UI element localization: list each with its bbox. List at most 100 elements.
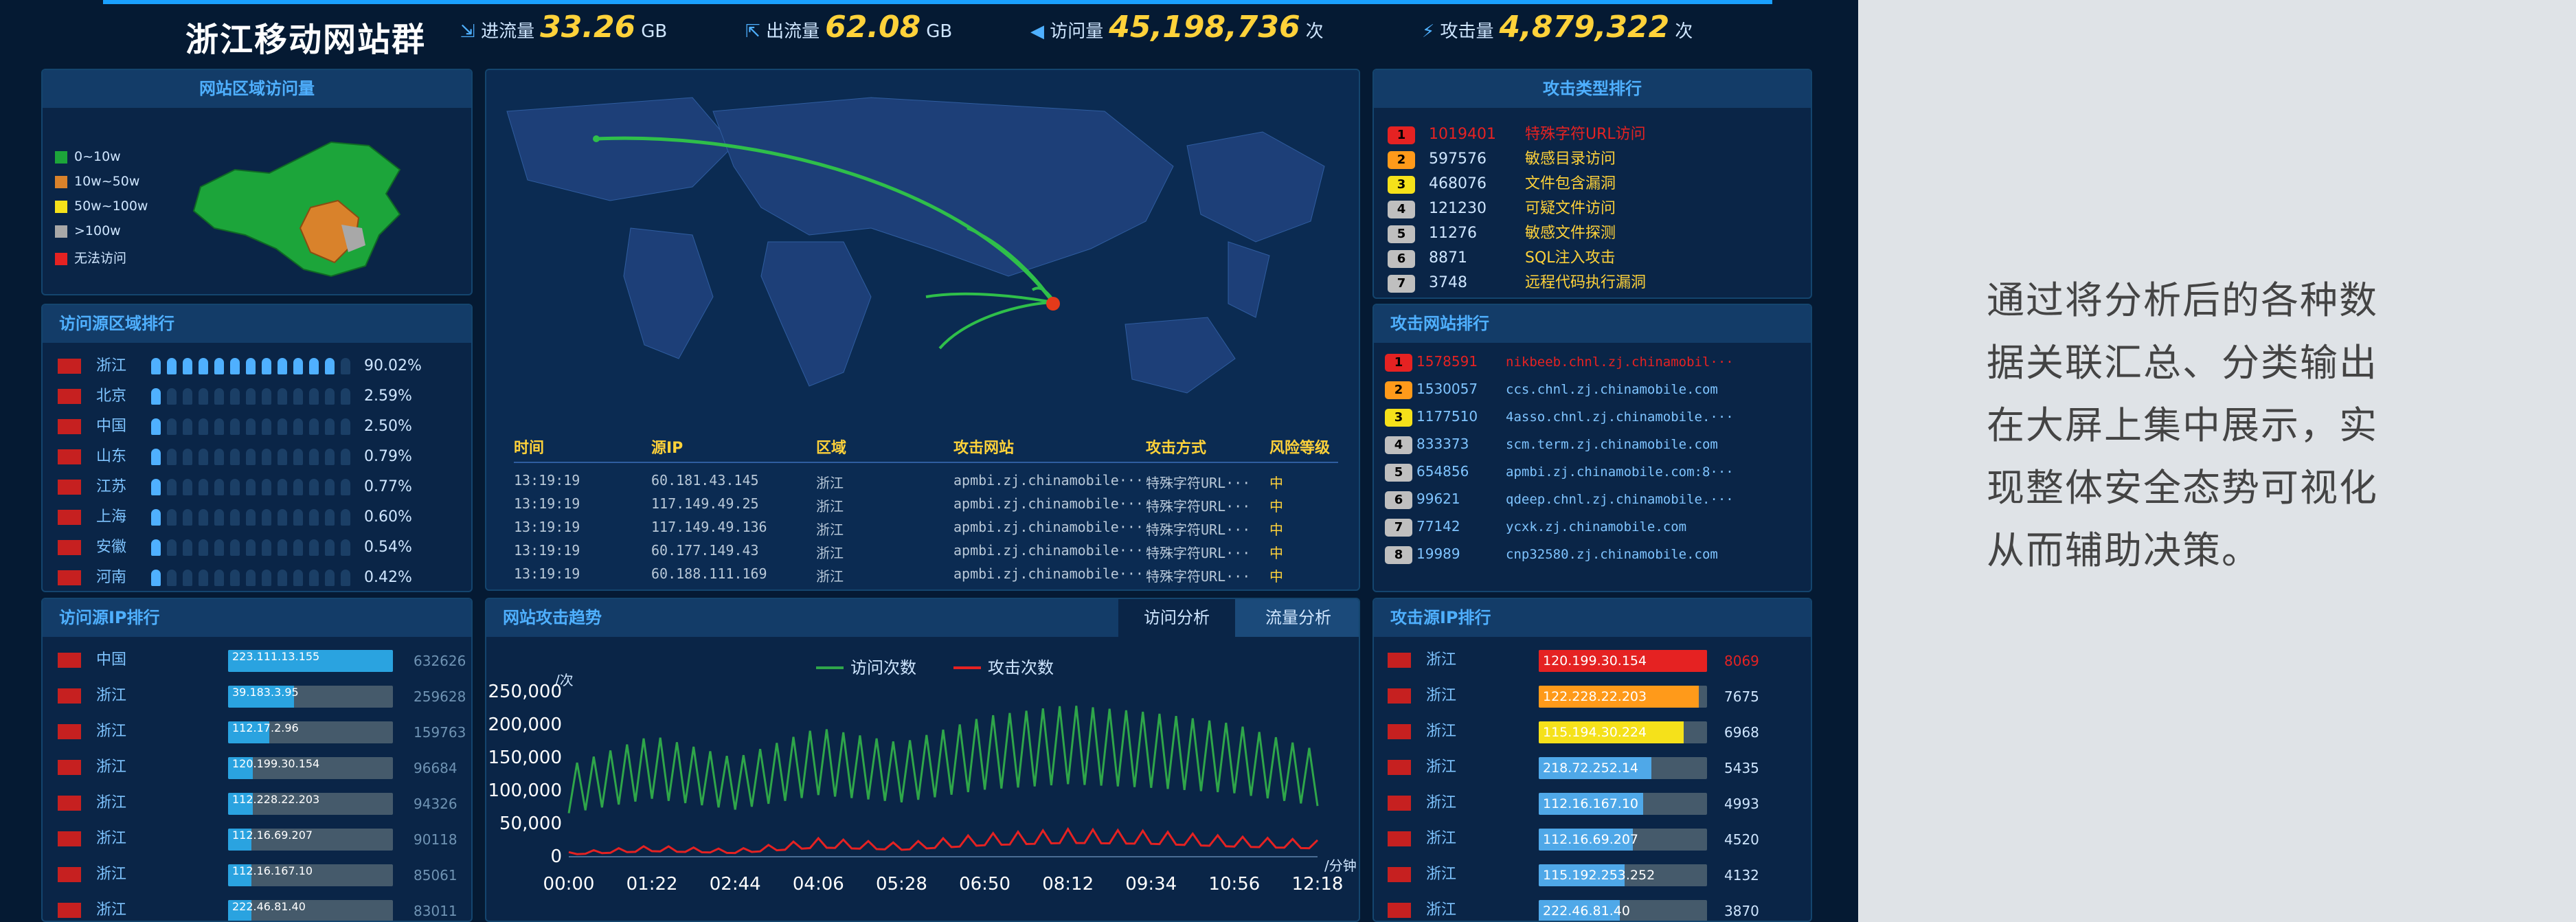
region-row: 北京 2.59%	[58, 383, 470, 414]
person-icon	[325, 539, 335, 556]
person-icon	[214, 570, 224, 586]
region-row: 江苏 0.77%	[58, 474, 470, 505]
column-header: 攻击网站	[953, 440, 1015, 457]
region-name: 中国	[96, 418, 127, 435]
flag-icon	[58, 480, 81, 495]
person-icon	[167, 509, 177, 526]
attack-count: 1578591	[1416, 353, 1478, 370]
china-map	[192, 141, 401, 278]
site-domain[interactable]: qdeep.chnl.zj.chinamobile.···	[1506, 492, 1734, 507]
flag-icon	[1388, 867, 1411, 882]
person-icon	[293, 539, 303, 556]
site-domain[interactable]: 4asso.chnl.zj.chinamobile.···	[1506, 409, 1734, 425]
site-domain[interactable]: cnp32580.zj.chinamobile.com	[1506, 547, 1718, 562]
attacked-site-row: 7 77142 ycxk.zj.chinamobile.com	[1385, 518, 1811, 549]
person-icon	[293, 388, 303, 405]
rank-badge: 3	[1385, 409, 1412, 427]
person-icon	[230, 388, 240, 405]
flag-icon	[58, 724, 81, 739]
ip-count: 3870	[1724, 903, 1759, 919]
log-cell: 特殊字符URL···	[1146, 475, 1251, 491]
ip-address: 112.16.69.207	[1543, 832, 1639, 847]
ip-address: 120.199.30.154	[1543, 653, 1647, 668]
site-domain[interactable]: ycxk.zj.chinamobile.com	[1506, 519, 1686, 535]
attack-type-name: 敏感文件探测	[1525, 225, 1616, 242]
person-icon	[278, 509, 287, 526]
ip-count: 632626	[414, 653, 466, 669]
person-icon	[214, 388, 224, 405]
person-icon	[167, 539, 177, 556]
tab-traffic-analysis[interactable]: 流量分析	[1235, 599, 1359, 637]
y-tick-label: 250,000	[488, 682, 562, 702]
ip-region: 浙江	[96, 794, 127, 811]
x-tick-label: 06:50	[959, 874, 1010, 895]
ip-address: 223.111.13.155	[232, 650, 320, 663]
person-icon	[309, 539, 319, 556]
person-icon	[278, 449, 287, 465]
person-icon	[341, 418, 350, 435]
ip-region: 浙江	[96, 866, 127, 883]
person-icon	[230, 479, 240, 495]
ip-bar: 120.199.30.154	[228, 757, 393, 779]
x-tick-label: 00:00	[543, 874, 595, 895]
attack-trend-panel: 网站攻击趋势 访问分析 流量分析 访问次数 攻击次数/次 250,000 200,00…	[485, 598, 1360, 922]
tab-visit-analysis[interactable]: 访问分析	[1118, 599, 1235, 637]
log-cell: 60.181.43.145	[651, 472, 759, 488]
person-icon	[341, 358, 350, 374]
header-accent-line	[103, 0, 1772, 4]
site-domain[interactable]: ccs.chnl.zj.chinamobile.com	[1506, 382, 1718, 397]
flag-icon	[58, 653, 81, 668]
person-icon	[183, 358, 192, 374]
person-icon	[199, 539, 208, 556]
person-icon	[325, 358, 335, 374]
person-icon	[214, 479, 224, 495]
caption-text: 通过将分析后的各种数据关联汇总、分类输出在大屏上集中展示，实现整体安全态势可视化…	[1987, 278, 2379, 572]
person-icon	[309, 570, 319, 586]
column-header: 源IP	[651, 440, 683, 457]
flag-icon	[1388, 796, 1411, 811]
log-cell: 中	[1269, 475, 1283, 491]
region-name: 江苏	[96, 478, 127, 495]
site-domain[interactable]: apmbi.zj.chinamobile.com:8···	[1506, 464, 1734, 480]
ip-count: 94326	[414, 796, 457, 812]
ip-count: 8069	[1724, 653, 1759, 669]
log-cell: 浙江	[816, 475, 844, 491]
trend-line-chart: 访问次数 攻击次数/次250,000200,000150,000100,00050…	[488, 658, 1356, 895]
visitor-figures-bar	[151, 357, 364, 374]
flag-icon	[1388, 724, 1411, 739]
column-header: 时间	[514, 440, 545, 457]
ip-bar: 112.228.22.203	[228, 793, 393, 815]
attack-log-row: 13:19:19 60.181.43.145 浙江 apmbi.zj.chinamob…	[514, 472, 1338, 495]
site-domain[interactable]: scm.term.zj.chinamobile.com	[1506, 437, 1718, 452]
ip-bar: 112.16.167.10	[228, 864, 393, 886]
ip-bar: 223.111.13.155	[228, 650, 393, 672]
ip-address: 112.17.2.96	[232, 721, 299, 734]
ip-bar: 112.16.69.207	[1539, 829, 1707, 851]
log-cell: 60.177.149.43	[651, 542, 759, 559]
log-cell: apmbi.zj.chinamobile···	[953, 472, 1144, 488]
flag-icon	[58, 570, 81, 585]
person-icon	[183, 418, 192, 435]
ip-bar: 112.17.2.96	[228, 721, 393, 743]
site-domain[interactable]: nikbeeb.chnl.zj.chinamobil···	[1506, 355, 1734, 370]
person-icon	[199, 449, 208, 465]
ip-address: 222.46.81.40	[1543, 903, 1630, 919]
flag-icon	[58, 688, 81, 704]
attacked-site-row: 3 1177510 4asso.chnl.zj.chinamobile.···	[1385, 408, 1811, 439]
person-icon	[199, 358, 208, 374]
person-icon	[230, 418, 240, 435]
person-icon	[183, 539, 192, 556]
attacked-site-row: 2 1530057 ccs.chnl.zj.chinamobile.com	[1385, 381, 1811, 412]
ip-address: 218.72.252.14	[1543, 761, 1639, 776]
person-icon	[262, 509, 271, 526]
person-icon	[183, 570, 192, 586]
person-icon	[325, 449, 335, 465]
region-row: 山东 0.79%	[58, 444, 470, 475]
flag-icon	[58, 540, 81, 555]
panel-title: 网站区域访问量	[43, 70, 471, 108]
attack-count: 1530057	[1416, 381, 1478, 397]
attack-log-row: 13:19:19 117.149.49.25 浙江 apmbi.zj.chinamob…	[514, 495, 1338, 519]
y-tick-label: 100,000	[488, 780, 562, 801]
person-icon	[246, 509, 256, 526]
person-icon	[262, 539, 271, 556]
